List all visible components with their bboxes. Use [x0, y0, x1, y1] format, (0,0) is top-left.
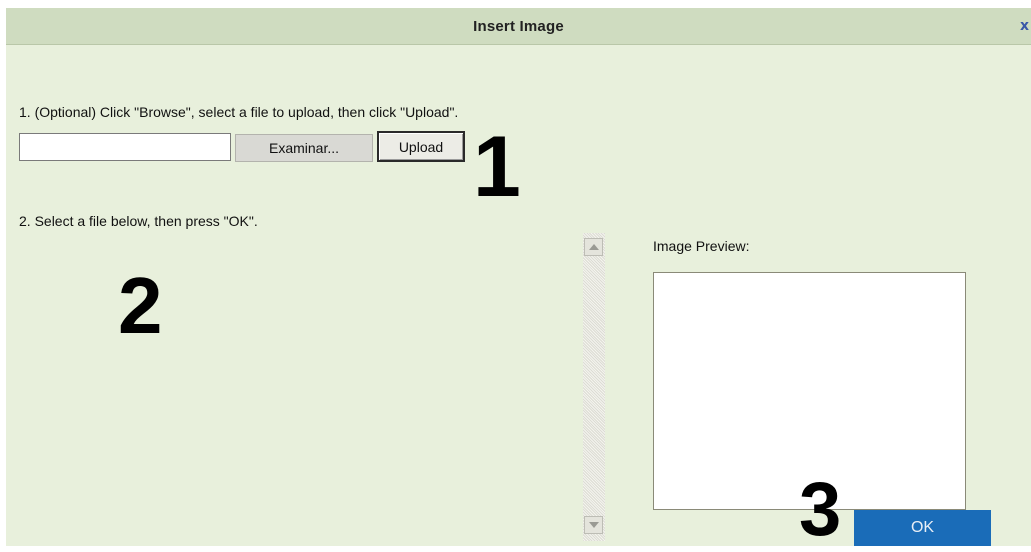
dialog-title: Insert Image: [473, 18, 564, 35]
scroll-down-button[interactable]: [584, 516, 603, 534]
upload-button[interactable]: Upload: [377, 131, 465, 162]
step3-marker: 3: [799, 467, 842, 552]
file-list-scrollbar[interactable]: [583, 233, 605, 541]
browse-button[interactable]: Examinar...: [235, 134, 373, 162]
scroll-up-button[interactable]: [584, 238, 603, 256]
arrow-up-icon: [589, 244, 599, 250]
file-path-input[interactable]: [19, 133, 231, 161]
ok-button[interactable]: OK: [854, 510, 991, 546]
step2-marker: 2: [118, 261, 163, 350]
step1-instruction: 1. (Optional) Click "Browse", select a f…: [19, 104, 459, 120]
image-preview-label: Image Preview:: [653, 238, 750, 254]
step1-marker: 1: [473, 119, 521, 215]
insert-image-dialog: Insert Image x 1. (Optional) Click "Brow…: [6, 8, 1031, 552]
step2-instruction: 2. Select a file below, then press "OK".: [19, 213, 258, 229]
title-bar: Insert Image x: [6, 8, 1031, 45]
close-icon[interactable]: x: [1020, 18, 1029, 34]
arrow-down-icon: [589, 522, 599, 528]
